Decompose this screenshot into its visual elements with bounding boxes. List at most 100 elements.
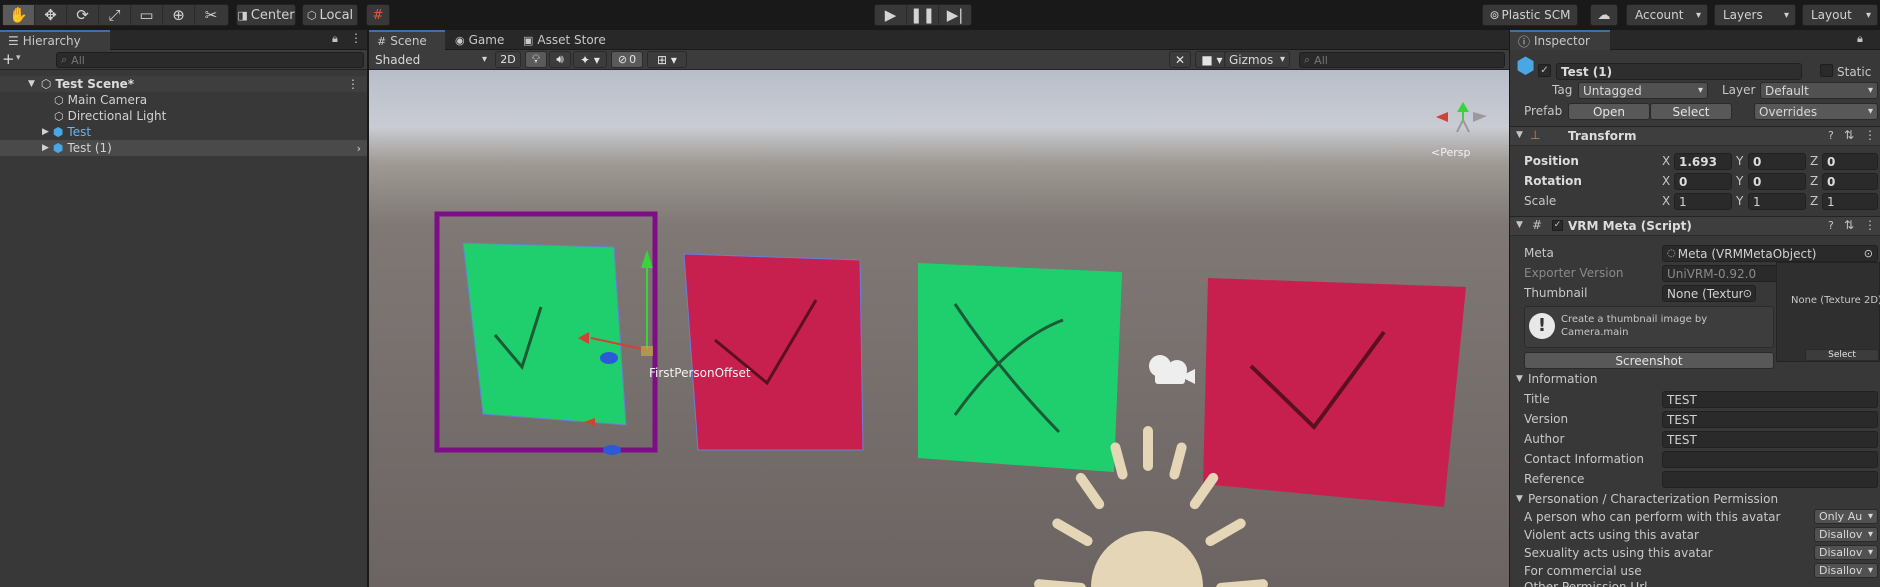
chevron-down-icon[interactable]: ▾ bbox=[16, 53, 21, 63]
hidden-objects-toggle[interactable]: ⊘ 0 bbox=[611, 51, 643, 68]
static-checkbox[interactable] bbox=[1820, 64, 1833, 77]
hierarchy-item-test[interactable]: ▶ ⬢ Test bbox=[0, 124, 367, 140]
help-icon[interactable]: ? bbox=[1828, 129, 1834, 142]
rotation-x-field[interactable]: 0 bbox=[1674, 173, 1732, 190]
perm-sexual-dropdown[interactable]: Disallov bbox=[1814, 545, 1878, 560]
shading-mode-dropdown[interactable]: Shaded bbox=[371, 51, 491, 68]
expand-arrow-icon[interactable]: ▶ bbox=[42, 127, 49, 137]
custom-tool-icon[interactable]: ✂ bbox=[195, 5, 227, 25]
rect-icon[interactable]: ▭ bbox=[131, 5, 163, 25]
tag-dropdown[interactable]: Untagged bbox=[1578, 82, 1708, 99]
position-y-field[interactable]: 0 bbox=[1748, 153, 1806, 170]
permission-foldout[interactable]: Personation / Characterization Permissio… bbox=[1528, 492, 1778, 506]
pivot-center-button[interactable]: ◨ Center bbox=[236, 4, 296, 26]
scene-render[interactable] bbox=[369, 70, 1509, 587]
hand-icon[interactable]: ✋ bbox=[3, 5, 35, 25]
hierarchy-item-directional-light[interactable]: ⬡ Directional Light bbox=[0, 108, 367, 124]
lock-icon[interactable]: 🔒︎ bbox=[332, 32, 338, 46]
gizmos-dropdown[interactable]: Gizmos bbox=[1224, 51, 1290, 68]
scene-viewport[interactable]: <Persp FirstPersonOffset bbox=[369, 70, 1509, 587]
scale-icon[interactable]: ⤢ bbox=[99, 5, 131, 25]
tab-game[interactable]: ◉ Game bbox=[447, 30, 513, 50]
title-field[interactable]: TEST bbox=[1662, 391, 1878, 408]
expand-arrow-icon[interactable]: ▼ bbox=[28, 79, 35, 89]
target-icon[interactable]: ⊙ bbox=[1742, 287, 1752, 300]
vrm-meta-header[interactable]: ▼ # ✓ VRM Meta (Script) ? ⇅ ⋮ bbox=[1510, 216, 1880, 236]
hierarchy-item-main-camera[interactable]: ⬡ Main Camera bbox=[0, 92, 367, 108]
scale-z-field[interactable]: 1 bbox=[1822, 193, 1878, 210]
screenshot-button[interactable]: Screenshot bbox=[1524, 352, 1774, 369]
more-icon[interactable]: ⋮ bbox=[1864, 128, 1876, 142]
lock-icon[interactable]: 🔒︎ bbox=[1857, 32, 1863, 46]
texture-preview[interactable]: None (Texture 2D) Select bbox=[1776, 262, 1880, 362]
perm-violent-dropdown[interactable]: Disallov bbox=[1814, 527, 1878, 542]
expand-arrow-icon[interactable]: ▼ bbox=[1516, 130, 1523, 140]
position-z-field[interactable]: 0 bbox=[1822, 153, 1878, 170]
help-icon[interactable]: ? bbox=[1828, 219, 1834, 232]
tab-inspector[interactable]: ⓘ Inspector bbox=[1510, 30, 1610, 50]
effects-dropdown[interactable]: ✦ ▾ bbox=[573, 51, 607, 68]
orientation-gizmo[interactable] bbox=[1436, 102, 1487, 133]
reference-field[interactable] bbox=[1662, 471, 1878, 488]
layers-dropdown[interactable]: Layers ▾ bbox=[1714, 4, 1796, 26]
add-icon[interactable]: + bbox=[2, 50, 15, 68]
pause-icon[interactable]: ❚❚ bbox=[907, 5, 939, 25]
tools-button[interactable]: ✕ bbox=[1169, 51, 1191, 68]
scale-x-field[interactable]: 1 bbox=[1674, 193, 1732, 210]
texture-select-button[interactable]: Select bbox=[1805, 349, 1879, 361]
layout-dropdown[interactable]: Layout ▾ bbox=[1802, 4, 1878, 26]
chevron-right-icon[interactable]: › bbox=[357, 142, 361, 155]
thumbnail-field[interactable]: None (Texture ⊙ bbox=[1662, 285, 1756, 302]
perm-perform-dropdown[interactable]: Only Au bbox=[1814, 509, 1878, 524]
author-field[interactable]: TEST bbox=[1662, 431, 1878, 448]
object-name-field[interactable]: Test (1) bbox=[1556, 63, 1802, 80]
scale-y-field[interactable]: 1 bbox=[1748, 193, 1806, 210]
scene-row[interactable]: ▼ ⬡ Test Scene* ⋮ bbox=[0, 76, 367, 92]
rotation-y-field[interactable]: 0 bbox=[1748, 173, 1806, 190]
layer-dropdown[interactable]: Default bbox=[1760, 82, 1878, 99]
expand-arrow-icon[interactable]: ▼ bbox=[1516, 220, 1523, 230]
expand-arrow-icon[interactable]: ▼ bbox=[1516, 374, 1523, 384]
more-icon[interactable]: ⋮ bbox=[350, 31, 362, 45]
tab-scene[interactable]: # Scene bbox=[369, 30, 445, 50]
plastic-scm-button[interactable]: ⊚ Plastic SCM bbox=[1482, 4, 1578, 26]
cloud-button[interactable]: ☁ bbox=[1590, 4, 1618, 26]
rotate-icon[interactable]: ⟳ bbox=[67, 5, 99, 25]
play-icon[interactable]: ▶ bbox=[875, 5, 907, 25]
more-icon[interactable]: ⋮ bbox=[1864, 218, 1876, 232]
move-icon[interactable]: ✥ bbox=[35, 5, 67, 25]
settings-icon[interactable]: ⇅ bbox=[1844, 128, 1854, 142]
settings-icon[interactable]: ⇅ bbox=[1844, 218, 1854, 232]
position-x-field[interactable]: 1.693 bbox=[1674, 153, 1732, 170]
pivot-local-button[interactable]: ⬡ Local bbox=[302, 4, 358, 26]
audio-toggle[interactable]: 🔊︎ bbox=[549, 51, 571, 68]
tab-asset-store[interactable]: ▣ Asset Store bbox=[515, 30, 615, 50]
perm-commercial-dropdown[interactable]: Disallov bbox=[1814, 563, 1878, 578]
component-enabled-checkbox[interactable]: ✓ bbox=[1552, 220, 1563, 231]
prefab-overrides-dropdown[interactable]: Overrides bbox=[1754, 103, 1878, 120]
lighting-toggle[interactable]: 💡︎ bbox=[525, 51, 547, 68]
tab-hierarchy[interactable]: ☰ Hierarchy bbox=[0, 30, 110, 50]
prefab-select-button[interactable]: Select bbox=[1650, 103, 1732, 120]
target-icon[interactable]: ⊙ bbox=[1864, 247, 1873, 260]
active-checkbox[interactable]: ✓ bbox=[1538, 64, 1551, 77]
meta-object-field[interactable]: ◌ Meta (VRMMetaObject) ⊙ bbox=[1662, 245, 1878, 262]
step-icon[interactable]: ▶| bbox=[939, 5, 971, 25]
projection-label[interactable]: <Persp bbox=[1431, 146, 1470, 159]
grid-snap-button[interactable]: # bbox=[366, 4, 390, 26]
more-icon[interactable]: ⋮ bbox=[347, 77, 359, 91]
contact-field[interactable] bbox=[1662, 451, 1878, 468]
version-field[interactable]: TEST bbox=[1662, 411, 1878, 428]
rotation-z-field[interactable]: 0 bbox=[1822, 173, 1878, 190]
hierarchy-item-test-1[interactable]: ▶ ⬢ Test (1) › bbox=[0, 140, 367, 156]
prefab-open-button[interactable]: Open bbox=[1568, 103, 1650, 120]
transform-header[interactable]: ▼ ⊥ Transform ? ⇅ ⋮ bbox=[1510, 126, 1880, 146]
scene-search-input[interactable]: ⌕ All bbox=[1299, 52, 1505, 68]
hierarchy-search-input[interactable]: ⌕ All bbox=[56, 52, 364, 68]
information-foldout[interactable]: Information bbox=[1528, 372, 1597, 386]
grid-toggle[interactable]: ⊞ ▾ bbox=[647, 51, 687, 68]
transform-icon[interactable]: ⊕ bbox=[163, 5, 195, 25]
expand-arrow-icon[interactable]: ▶ bbox=[42, 143, 49, 153]
mode-2d-button[interactable]: 2D bbox=[495, 51, 521, 68]
account-dropdown[interactable]: Account ▾ bbox=[1626, 4, 1708, 26]
